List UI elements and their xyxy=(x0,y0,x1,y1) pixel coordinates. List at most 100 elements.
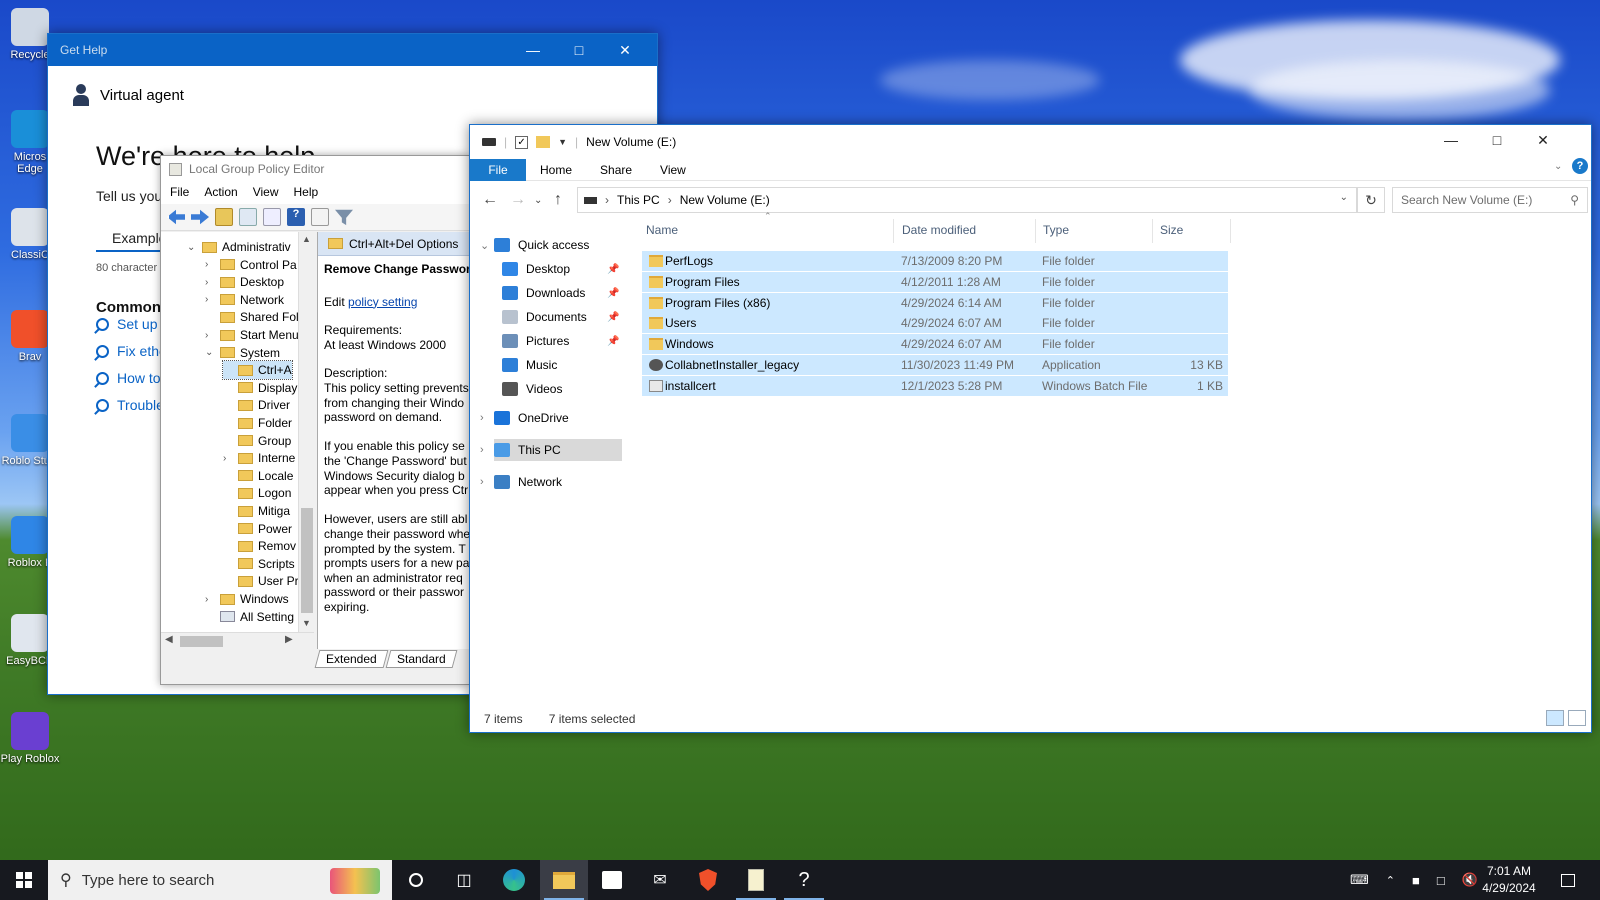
meet-now-icon[interactable]: ■ xyxy=(1412,873,1420,888)
export-list-icon[interactable] xyxy=(263,208,281,226)
properties-icon[interactable] xyxy=(311,208,329,226)
taskbar-edge[interactable] xyxy=(490,860,538,900)
tree-node[interactable]: Driver xyxy=(223,396,290,414)
explorer-titlebar[interactable]: | ✓ ▼ | New Volume (E:) — □ ✕ xyxy=(470,125,1591,159)
tree-node[interactable]: Ctrl+A xyxy=(222,360,293,381)
help-link-troubleshoot[interactable]: Trouble xyxy=(96,397,164,413)
close-button[interactable]: ✕ xyxy=(602,34,648,66)
taskbar-clock[interactable]: 7:01 AM 4/29/2024 xyxy=(1474,863,1544,897)
taskbar-brave[interactable] xyxy=(684,860,732,900)
column-date-modified[interactable]: Date modified xyxy=(902,223,976,237)
new-folder-icon[interactable] xyxy=(536,136,551,148)
expand-arrow-icon[interactable]: › xyxy=(205,277,215,288)
gpe-tree-hscrollbar[interactable]: ◀ ▶ xyxy=(161,632,314,649)
tree-node[interactable]: ⌄ System xyxy=(205,344,280,362)
menu-help[interactable]: Help xyxy=(294,185,319,204)
notifications-button[interactable] xyxy=(1544,860,1592,900)
forward-arrow-icon[interactable]: → xyxy=(510,191,526,209)
tree-node[interactable]: All Setting xyxy=(205,608,294,626)
tree-node[interactable]: › Control Pa xyxy=(205,256,297,274)
taskbar-gpe[interactable] xyxy=(732,860,780,900)
menu-file[interactable]: File xyxy=(170,185,189,204)
minimize-button[interactable]: — xyxy=(1428,125,1474,155)
menu-action[interactable]: Action xyxy=(204,185,237,204)
nav-documents[interactable]: Documents 📌 xyxy=(502,306,619,328)
nav-music[interactable]: Music xyxy=(502,354,557,376)
expand-arrow-icon[interactable]: › xyxy=(480,412,484,424)
edit-policy-link[interactable]: policy setting xyxy=(348,295,417,309)
file-row[interactable]: Users 4/29/2024 6:07 AM File folder xyxy=(642,313,1228,334)
gpe-tree-hscroll-thumb[interactable] xyxy=(180,636,223,647)
tree-node[interactable]: Folder xyxy=(223,414,292,432)
ribbon-file-tab[interactable]: File xyxy=(470,158,526,181)
ribbon-view-tab[interactable]: View xyxy=(646,163,700,177)
task-view-button[interactable]: ◫ xyxy=(440,860,488,900)
maximize-button[interactable]: □ xyxy=(1474,125,1520,155)
scroll-down-icon[interactable]: ▼ xyxy=(302,618,311,628)
taskbar-file-explorer[interactable] xyxy=(540,860,588,900)
properties-check-icon[interactable]: ✓ xyxy=(515,135,529,149)
taskbar-mail[interactable]: ✉ xyxy=(636,860,684,900)
help-link-ethernet[interactable]: Fix ethe xyxy=(96,343,167,359)
tree-node[interactable]: › Interne xyxy=(223,449,295,467)
taskbar-store[interactable] xyxy=(588,860,636,900)
help-link-howto[interactable]: How to xyxy=(96,370,161,386)
tree-node[interactable]: Shared Fol xyxy=(205,308,299,326)
pin-icon[interactable]: 📌 xyxy=(607,264,619,275)
show-hidden-icons-icon[interactable]: ⌃ xyxy=(1386,874,1395,887)
tree-node[interactable]: › Network xyxy=(205,291,284,309)
ribbon-home-tab[interactable]: Home xyxy=(526,163,586,177)
collapse-arrow-icon[interactable]: ⌄ xyxy=(187,242,197,253)
file-row[interactable]: installcert 12/1/2023 5:28 PM Windows Batc… xyxy=(642,375,1228,396)
expand-arrow-icon[interactable]: › xyxy=(205,259,215,270)
keyboard-icon[interactable]: ⌨ xyxy=(1350,872,1369,888)
back-arrow-icon[interactable] xyxy=(167,209,185,225)
maximize-button[interactable]: □ xyxy=(556,34,602,66)
collapse-arrow-icon[interactable]: ⌄ xyxy=(480,239,489,252)
forward-arrow-icon[interactable] xyxy=(191,209,209,225)
expand-arrow-icon[interactable]: › xyxy=(205,330,215,341)
tree-node[interactable]: › Start Menu xyxy=(205,326,299,344)
gpe-tree-vscroll-thumb[interactable] xyxy=(301,508,313,613)
search-input[interactable]: Search New Volume (E:) ⚲ xyxy=(1392,187,1588,213)
pin-icon[interactable]: 📌 xyxy=(607,312,619,323)
up-folder-icon[interactable] xyxy=(215,208,233,226)
address-dropdown-icon[interactable]: ⌄ xyxy=(1340,192,1348,203)
column-size[interactable]: Size xyxy=(1160,223,1183,237)
expand-ribbon-icon[interactable]: ⌄ xyxy=(1554,161,1562,172)
minimize-button[interactable]: — xyxy=(510,34,556,66)
nav-quick-access[interactable]: ⌄ Quick access xyxy=(480,234,589,256)
breadcrumb-new-volume[interactable]: New Volume (E:) xyxy=(680,193,770,207)
ribbon-share-tab[interactable]: Share xyxy=(586,163,646,177)
gpe-tree-vscrollbar[interactable]: ▲ ▼ xyxy=(298,232,314,632)
tree-node[interactable]: Mitiga xyxy=(223,502,290,520)
pin-icon[interactable]: 📌 xyxy=(607,336,619,347)
tree-node[interactable]: Logon xyxy=(223,484,291,502)
expand-arrow-icon[interactable]: › xyxy=(205,594,215,605)
collapse-arrow-icon[interactable]: ⌄ xyxy=(205,347,215,358)
address-bar[interactable]: › This PC › New Volume (E:) ⌄ xyxy=(577,187,1357,213)
large-icons-view-button[interactable] xyxy=(1568,710,1586,726)
nav-videos[interactable]: Videos xyxy=(502,378,562,400)
taskbar-search[interactable]: ⚲ Type here to search xyxy=(48,860,392,900)
up-arrow-icon[interactable]: ↑ xyxy=(554,191,562,209)
back-arrow-icon[interactable]: ← xyxy=(482,191,498,209)
network-icon[interactable]: □ xyxy=(1437,873,1445,888)
pin-icon[interactable]: 📌 xyxy=(607,288,619,299)
example-tab[interactable]: Example xyxy=(96,224,166,252)
tree-node[interactable]: › Windows xyxy=(205,590,289,608)
details-view-button[interactable] xyxy=(1546,710,1564,726)
tab-extended[interactable]: Extended xyxy=(314,650,389,668)
tree-node[interactable]: Locale xyxy=(223,467,293,485)
expand-arrow-icon[interactable]: › xyxy=(480,476,484,488)
nav-network[interactable]: › Network xyxy=(480,471,562,493)
filter-icon[interactable] xyxy=(335,209,353,226)
breadcrumb-this-pc[interactable]: This PC xyxy=(617,193,660,207)
scroll-left-icon[interactable]: ◀ xyxy=(165,634,173,645)
nav-pictures[interactable]: Pictures 📌 xyxy=(502,330,619,352)
show-hide-tree-icon[interactable] xyxy=(239,208,257,226)
close-button[interactable]: ✕ xyxy=(1520,125,1566,155)
expand-arrow-icon[interactable]: › xyxy=(480,444,484,456)
tree-node[interactable]: Display xyxy=(223,379,297,397)
tree-node[interactable]: ⌄ Administrativ xyxy=(187,238,291,256)
